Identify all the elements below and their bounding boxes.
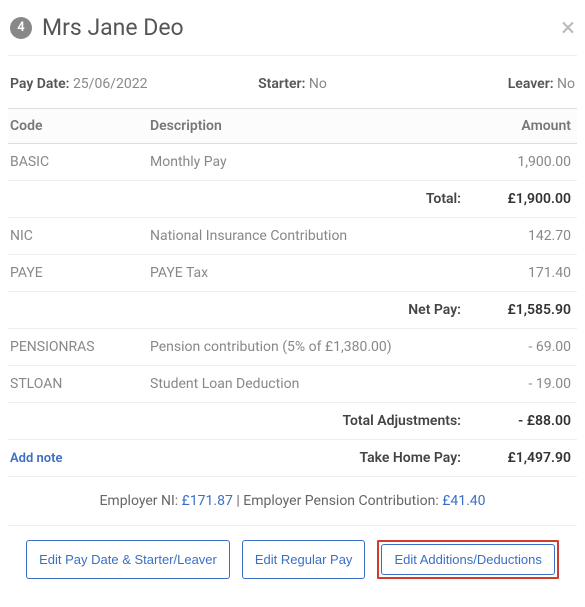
pay-date-field: Pay Date: 25/06/2022 bbox=[10, 76, 227, 92]
modal-header: 4 Mrs Jane Deo × bbox=[8, 10, 577, 56]
cell-empty bbox=[8, 181, 148, 218]
cell-amount: - 69.00 bbox=[467, 329, 577, 366]
employer-pension-link[interactable]: £41.40 bbox=[442, 493, 485, 509]
table-header-row: Code Description Amount bbox=[8, 109, 577, 144]
edit-additions-deductions-button[interactable]: Edit Additions/Deductions bbox=[381, 544, 554, 575]
highlight-box: Edit Additions/Deductions bbox=[377, 540, 558, 579]
leaver-field: Leaver: No bbox=[358, 76, 575, 92]
row-takehome: Add note Take Home Pay: £1,497.90 bbox=[8, 440, 577, 477]
row-basic: BASIC Monthly Pay 1,900.00 bbox=[8, 144, 577, 181]
row-nic: NIC National Insurance Contribution 142.… bbox=[8, 218, 577, 255]
employee-name: Mrs Jane Deo bbox=[42, 14, 561, 41]
cell-desc: Pension contribution (5% of £1,380.00) bbox=[148, 329, 467, 366]
edit-paydate-button[interactable]: Edit Pay Date & Starter/Leaver bbox=[26, 540, 230, 579]
row-paye: PAYE PAYE Tax 171.40 bbox=[8, 255, 577, 292]
total-amount: £1,900.00 bbox=[467, 181, 577, 218]
cell-amount: 1,900.00 bbox=[467, 144, 577, 181]
close-icon[interactable]: × bbox=[561, 15, 575, 41]
row-netpay: Net Pay: £1,585.90 bbox=[8, 292, 577, 329]
pay-date-value: 25/06/2022 bbox=[73, 76, 148, 92]
leaver-label: Leaver: bbox=[508, 76, 554, 92]
row-stloan: STLOAN Student Loan Deduction - 19.00 bbox=[8, 366, 577, 403]
cell-code: PAYE bbox=[8, 255, 148, 292]
add-note-link[interactable]: Add note bbox=[10, 451, 63, 466]
employee-number-badge: 4 bbox=[10, 17, 32, 39]
employer-pension-label: Employer Pension Contribution: bbox=[243, 493, 442, 509]
takehome-label: Take Home Pay: bbox=[148, 440, 467, 477]
row-pension: PENSIONRAS Pension contribution (5% of £… bbox=[8, 329, 577, 366]
footer-divider bbox=[8, 525, 577, 526]
payslip-modal: 4 Mrs Jane Deo × Pay Date: 25/06/2022 St… bbox=[0, 0, 585, 593]
netpay-label: Net Pay: bbox=[148, 292, 467, 329]
cell-desc: Student Loan Deduction bbox=[148, 366, 467, 403]
cell-desc: Monthly Pay bbox=[148, 144, 467, 181]
starter-value: No bbox=[309, 76, 327, 92]
edit-regular-pay-button[interactable]: Edit Regular Pay bbox=[242, 540, 366, 579]
cell-empty bbox=[8, 292, 148, 329]
netpay-amount: £1,585.90 bbox=[467, 292, 577, 329]
cell-code: STLOAN bbox=[8, 366, 148, 403]
separator: | bbox=[233, 493, 243, 509]
cell-amount: 171.40 bbox=[467, 255, 577, 292]
col-description: Description bbox=[148, 109, 467, 144]
cell-amount: - 19.00 bbox=[467, 366, 577, 403]
pay-table: Code Description Amount BASIC Monthly Pa… bbox=[8, 108, 577, 477]
takehome-amount: £1,497.90 bbox=[467, 440, 577, 477]
leaver-value: No bbox=[557, 76, 575, 92]
cell-desc: National Insurance Contribution bbox=[148, 218, 467, 255]
adjustments-amount: - £88.00 bbox=[467, 403, 577, 440]
col-code: Code bbox=[8, 109, 148, 144]
cell-code: BASIC bbox=[8, 144, 148, 181]
adjustments-label: Total Adjustments: bbox=[148, 403, 467, 440]
cell-empty bbox=[8, 403, 148, 440]
cell-code: NIC bbox=[8, 218, 148, 255]
col-amount: Amount bbox=[467, 109, 577, 144]
row-adjustments: Total Adjustments: - £88.00 bbox=[8, 403, 577, 440]
pay-date-label: Pay Date: bbox=[10, 76, 69, 92]
pay-meta-row: Pay Date: 25/06/2022 Starter: No Leaver:… bbox=[8, 70, 577, 108]
starter-label: Starter: bbox=[258, 76, 305, 92]
starter-field: Starter: No bbox=[227, 76, 357, 92]
employer-ni-link[interactable]: £171.87 bbox=[182, 493, 233, 509]
total-label: Total: bbox=[148, 181, 467, 218]
row-total: Total: £1,900.00 bbox=[8, 181, 577, 218]
employer-ni-label: Employer NI: bbox=[99, 493, 181, 509]
cell-addnote: Add note bbox=[8, 440, 148, 477]
cell-code: PENSIONRAS bbox=[8, 329, 148, 366]
employer-contrib-row: Employer NI: £171.87 | Employer Pension … bbox=[8, 477, 577, 521]
button-row: Edit Pay Date & Starter/Leaver Edit Regu… bbox=[8, 540, 577, 579]
cell-desc: PAYE Tax bbox=[148, 255, 467, 292]
cell-amount: 142.70 bbox=[467, 218, 577, 255]
